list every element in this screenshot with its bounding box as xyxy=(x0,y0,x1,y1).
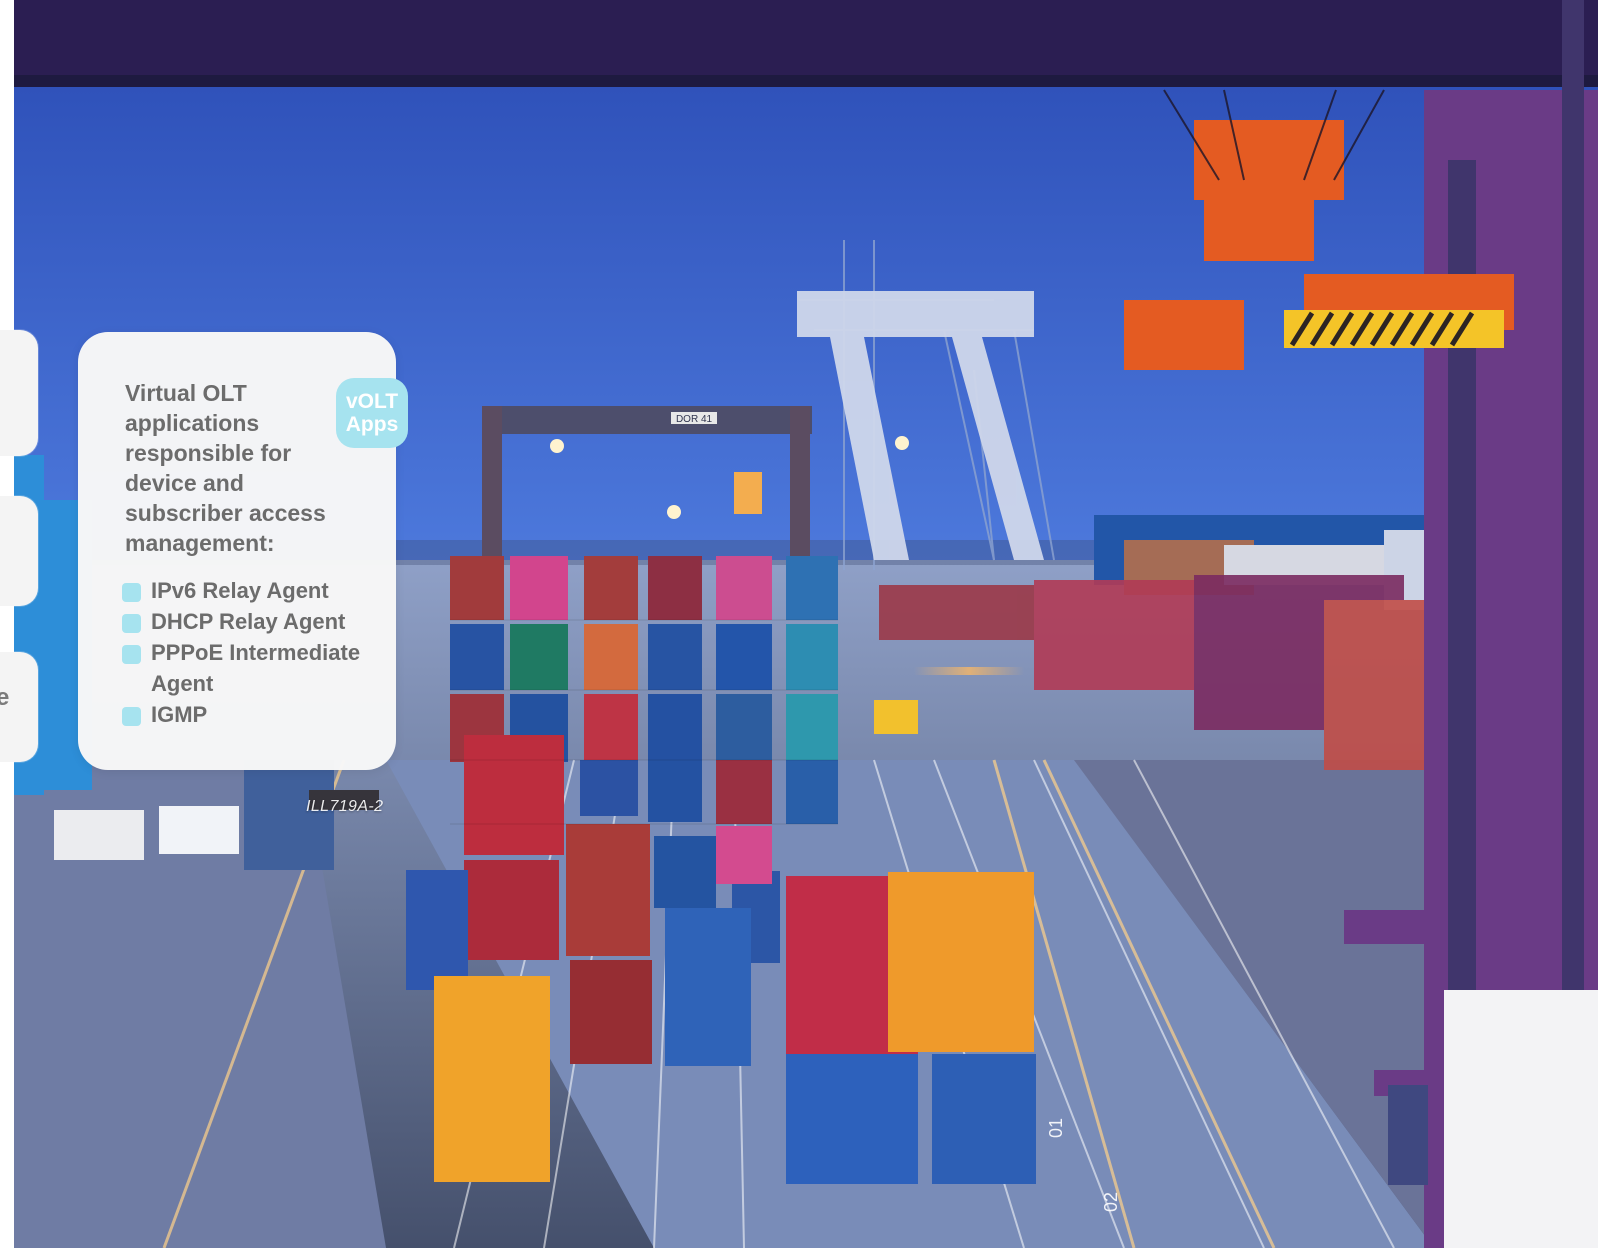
applications-list: IPv6 Relay Agent DHCP Relay Agent PPPoE … xyxy=(120,575,386,730)
list-item-label: IGMP xyxy=(151,702,208,727)
square-bullet-icon xyxy=(122,707,141,726)
left-white-strip xyxy=(0,0,14,1248)
left-card-fragment-middle xyxy=(0,496,38,606)
square-bullet-icon xyxy=(122,614,141,633)
list-item: DHCP Relay Agent xyxy=(120,606,386,637)
list-item: IPv6 Relay Agent xyxy=(120,575,386,606)
badge-line-2: Apps xyxy=(345,413,399,436)
road-mark-01: 01 xyxy=(1046,1118,1066,1138)
square-bullet-icon xyxy=(122,645,141,664)
list-item: PPPoE Intermediate Agent xyxy=(120,637,386,699)
list-item-label: DHCP Relay Agent xyxy=(151,609,346,634)
screenshot-stage: e DOR 41 01 02 ILL719A-2 vOLT Apps Virtu… xyxy=(0,0,1598,1248)
list-item-label: PPPoE Intermediate Agent xyxy=(151,640,361,696)
volt-apps-badge: vOLT Apps xyxy=(336,378,408,448)
list-item-label: IPv6 Relay Agent xyxy=(151,578,329,603)
list-item: IGMP xyxy=(120,699,386,730)
card-title: Virtual OLT applications responsible for… xyxy=(125,380,326,556)
crane-sign: DOR 41 xyxy=(676,414,713,425)
left-card-fragment-top xyxy=(0,330,38,456)
road-mark-02: 02 xyxy=(1101,1192,1121,1212)
container-code: ILL719A-2 xyxy=(306,798,384,815)
volt-apps-card: vOLT Apps Virtual OLT applications respo… xyxy=(78,332,408,770)
badge-line-1: vOLT xyxy=(345,389,399,413)
square-bullet-icon xyxy=(122,583,141,602)
partial-letter: e xyxy=(0,684,10,711)
left-card-fragment-bottom: e xyxy=(0,652,38,762)
